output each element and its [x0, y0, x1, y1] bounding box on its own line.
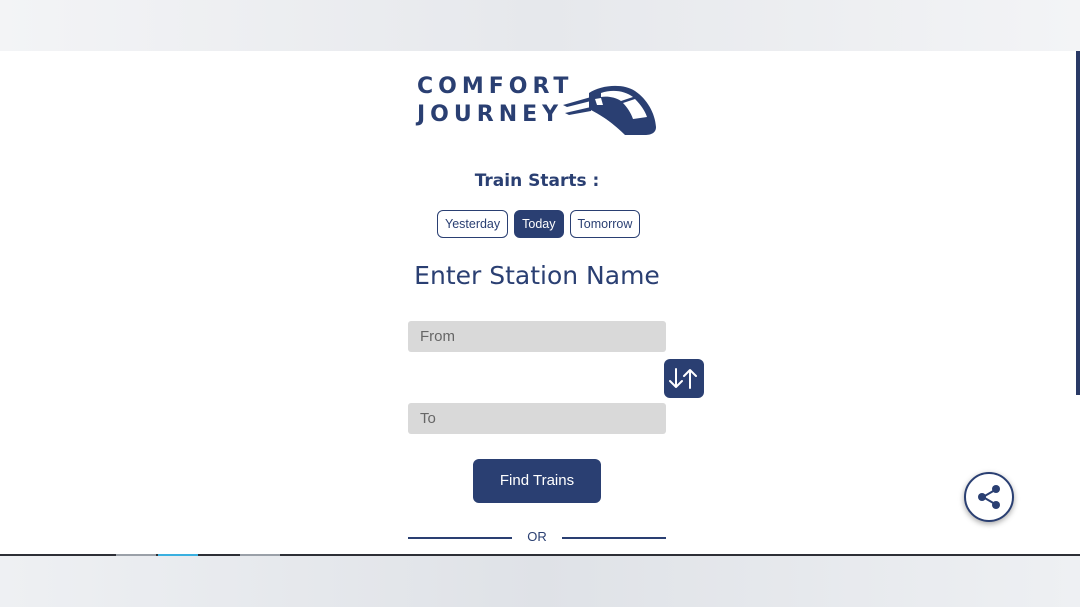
tomorrow-button[interactable]: Tomorrow	[569, 210, 641, 238]
swap-stations-button[interactable]	[664, 359, 704, 398]
train-icon	[563, 85, 656, 135]
yesterday-button[interactable]: Yesterday	[437, 210, 509, 238]
scrollbar[interactable]	[1076, 51, 1080, 395]
logo-text: COMFORT JOURNEY	[417, 73, 573, 129]
today-button[interactable]: Today	[514, 210, 564, 238]
comfort-journey-logo[interactable]: COMFORT JOURNEY	[417, 73, 657, 137]
to-station-input[interactable]: To	[408, 403, 666, 434]
enter-station-heading: Enter Station Name	[414, 261, 660, 290]
swap-vertical-icon	[669, 368, 697, 389]
bottom-band	[0, 556, 1080, 607]
logo-line2: JOURNEY	[417, 102, 564, 127]
share-icon	[978, 485, 1000, 509]
top-band	[0, 0, 1080, 51]
share-button[interactable]	[964, 472, 1014, 522]
day-selector: Yesterday Today Tomorrow	[437, 210, 641, 238]
or-divider: OR	[408, 529, 666, 549]
logo-line1: COMFORT	[417, 74, 574, 99]
from-station-input[interactable]: From	[408, 321, 666, 352]
or-line-left	[408, 537, 512, 539]
or-line-right	[562, 537, 666, 539]
train-starts-label: Train Starts :	[474, 171, 600, 191]
or-label: OR	[527, 529, 547, 544]
page-content: COMFORT JOURNEY Train Starts : Yesterday…	[0, 51, 1080, 554]
find-trains-button[interactable]: Find Trains	[473, 459, 601, 503]
